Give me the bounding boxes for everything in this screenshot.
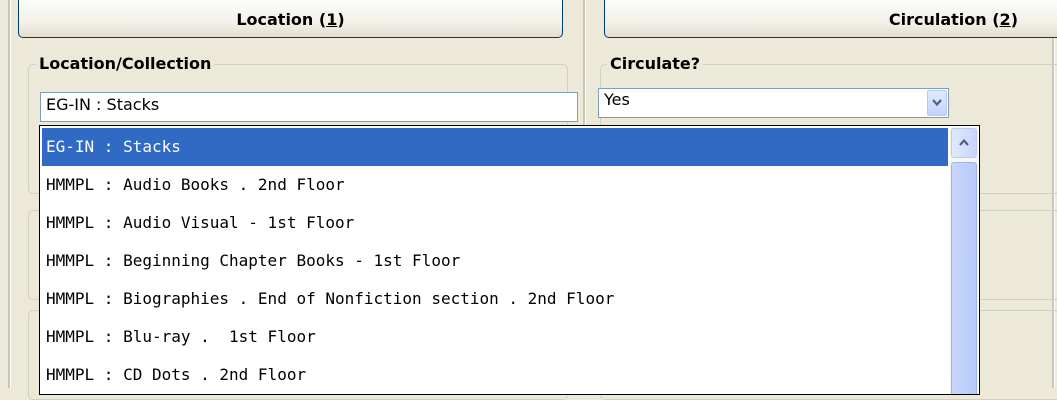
dropdown-option[interactable]: HMMPL : CD Dots . 2nd Floor — [42, 356, 948, 394]
scrollbar-thumb[interactable] — [951, 162, 977, 394]
location-collection-field[interactable]: EG-IN : Stacks — [40, 92, 578, 122]
location-column-label: Location (1) — [236, 9, 345, 29]
circulation-column-button[interactable]: Circulation (2) — [604, 0, 1057, 38]
scroll-up-button[interactable] — [951, 128, 977, 158]
circulate-select[interactable]: Yes — [598, 88, 949, 118]
location-group-title: Location/Collection — [36, 54, 215, 74]
circulate-select-value: Yes — [604, 90, 630, 109]
dropdown-option[interactable]: HMMPL : Biographies . End of Nonfiction … — [42, 280, 948, 318]
dropdown-option[interactable]: HMMPL : Beginning Chapter Books - 1st Fl… — [42, 242, 948, 280]
chevron-up-icon — [959, 138, 969, 146]
circulation-column-label: Circulation (2) — [888, 9, 1018, 29]
dropdown-scrollbar[interactable] — [950, 127, 978, 394]
chevron-down-icon — [932, 99, 942, 107]
panel-divider-left — [8, 0, 11, 388]
location-dropdown-list[interactable]: EG-IN : Stacks HMMPL : Audio Books . 2nd… — [39, 125, 980, 395]
dropdown-option[interactable]: EG-IN : Stacks — [42, 128, 948, 166]
circulate-dropdown-button[interactable] — [927, 90, 947, 116]
dropdown-option[interactable]: HMMPL : Audio Visual - 1st Floor — [42, 204, 948, 242]
dropdown-option[interactable]: HMMPL : Blu-ray . 1st Floor — [42, 318, 948, 356]
dropdown-option[interactable]: HMMPL : Audio Books . 2nd Floor — [42, 166, 948, 204]
location-column-button[interactable]: Location (1) — [18, 0, 563, 38]
circulate-group-title: Circulate? — [607, 54, 704, 74]
